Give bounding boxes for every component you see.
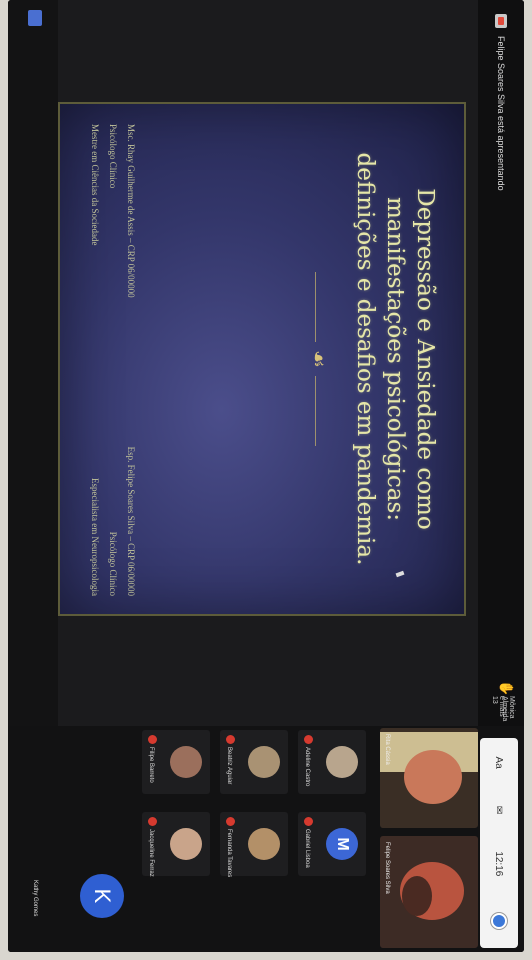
avatar (170, 828, 202, 860)
divider-left (315, 272, 316, 342)
notification-icon[interactable] (491, 913, 507, 930)
mic-muted-icon (226, 817, 235, 826)
author-left-line: Mestre em Ciências da Sociedade (90, 124, 100, 246)
author-right-line: Especialista em Neuropsicologia (90, 478, 100, 596)
hand-icon: ✋ (499, 680, 514, 697)
slide-title-line: definições e desafios em pandemia. (352, 152, 378, 566)
author-right-line: Esp. Felipe Soares Silva – CRP 06/00000 (126, 446, 136, 596)
mic-muted-icon (148, 817, 157, 826)
video-tile[interactable]: Rita Cássia (380, 728, 478, 828)
presenter-text: Felipe Soares Silva está apresentando (496, 36, 506, 191)
video-tile[interactable]: Felipe Soares Silva (380, 836, 478, 948)
participant-tile[interactable]: Jacqueline Ferraz (142, 812, 210, 877)
beard-shape (402, 876, 432, 916)
presenter-banner: Felipe Soares Silva está apresentando (490, 14, 512, 191)
avatar (170, 746, 202, 778)
slide-title: Depressão e Ansiedade como manifestações… (350, 144, 440, 574)
mic-muted-icon (304, 817, 313, 826)
participant-face (404, 750, 462, 804)
avatar (248, 746, 280, 778)
author-left-line: Psicólogo Clínico (108, 124, 118, 189)
author-left: Msc. Rhay Guilherme de Assis – CRP 06/00… (86, 124, 140, 354)
participant-name: Gabriel Lisboa (304, 829, 310, 868)
participant-name: Kathy Gomes (32, 880, 38, 917)
slide-title-line: manifestações psicológicas: (382, 196, 408, 522)
meeting-screen: Felipe Soares Silva está apresentando ✋ … (8, 0, 524, 952)
divider-right (315, 376, 316, 446)
participant-tile[interactable]: Beatriz Aguiar (220, 730, 288, 794)
participant-name: Fernanda Tavares (226, 829, 232, 878)
mic-muted-icon (148, 735, 157, 744)
avatar: M (326, 828, 358, 860)
participant-tile[interactable]: M Gabriel Lisboa (298, 812, 366, 876)
presentation-slide: Depressão e Ansiedade como manifestações… (58, 102, 466, 616)
author-right: Esp. Felipe Soares Silva – CRP 06/00000 … (86, 366, 140, 596)
participant-tile[interactable]: Filipe Barreto (142, 730, 210, 794)
participant-tile[interactable]: Fernanda Tavares (220, 812, 288, 878)
avatar-large[interactable]: K (80, 874, 124, 918)
avatar (248, 828, 280, 860)
taskbar-icon[interactable] (28, 10, 42, 26)
participant-name: Jacqueline Ferraz (148, 829, 154, 877)
screen-share-icon (495, 14, 507, 28)
system-tray: Aa ✉ 12:16 (480, 738, 518, 948)
video-name: Felipe Soares Silva (384, 842, 390, 894)
photo-frame: Felipe Soares Silva está apresentando ✋ … (8, 0, 524, 952)
clock: 12:16 (493, 851, 505, 877)
raised-hand-notice[interactable]: ✋ Mônica Almeida e mais 13 (484, 680, 518, 726)
participant-name: Beatriz Aguiar (226, 747, 232, 785)
mic-muted-icon (304, 735, 313, 744)
bottom-bar (8, 0, 58, 726)
video-name: Rita Cássia (384, 734, 390, 765)
mouse-cursor (395, 570, 405, 578)
language-icon[interactable]: Aa (494, 757, 505, 769)
fleuron-ornament: ☙ (307, 350, 331, 368)
message-icon[interactable]: ✉ (494, 806, 505, 814)
participant-name: Adeline Castro (304, 747, 310, 787)
avatar (326, 746, 358, 778)
participant-tile[interactable]: Adeline Castro (298, 730, 366, 794)
participant-name: Filipe Barreto (148, 747, 154, 783)
mic-muted-icon (226, 735, 235, 744)
author-left-line: Msc. Rhay Guilherme de Assis – CRP 06/00… (126, 124, 136, 298)
raised-hand-count: e mais 13 (491, 696, 505, 717)
slide-title-line: Depressão e Ansiedade como (412, 188, 438, 530)
author-right-line: Psicólogo Clínico (108, 531, 118, 596)
